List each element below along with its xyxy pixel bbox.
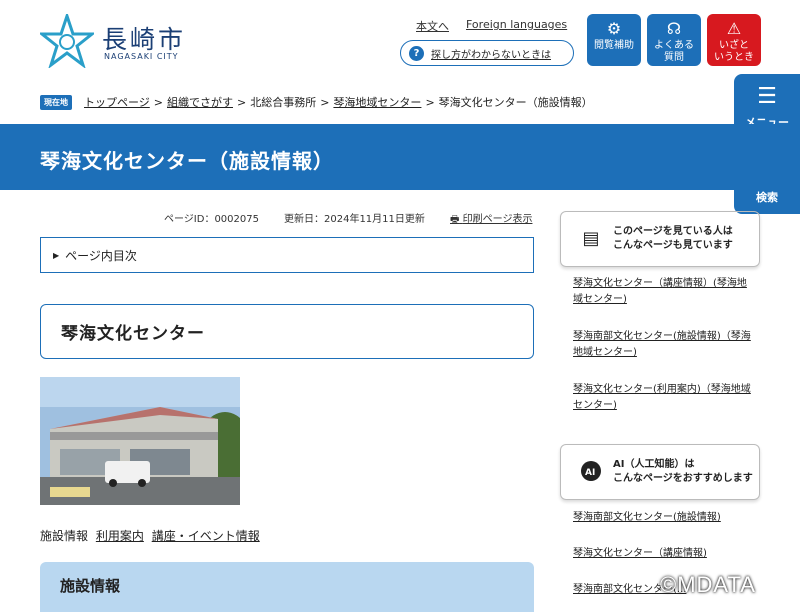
watermark: ©MDATA — [660, 572, 756, 597]
hamburger-icon: ☰ — [757, 84, 777, 109]
ai-link[interactable]: 琴海南部文化センター(施設情報) — [573, 510, 753, 526]
accessibility-label: 閲覧補助 — [594, 40, 634, 51]
print-link[interactable]: 🖶 印刷ページ表示 — [450, 210, 532, 229]
printer-icon: 🖶 — [450, 214, 460, 225]
related-pages-box: ▤ このページを見ている人は こんなページも見ています — [560, 211, 760, 267]
breadcrumb-office: 北総合事務所 — [250, 96, 317, 109]
breadcrumb-top[interactable]: トップページ — [84, 94, 150, 110]
breadcrumb-sep: > — [320, 95, 330, 109]
print-label: 印刷ページ表示 — [462, 214, 533, 225]
emergency-button[interactable]: ⚠ いざと いうとき — [707, 14, 761, 66]
table-of-contents-toggle[interactable]: ▶ ページ内目次 — [40, 237, 534, 273]
headset-icon: ☊ — [666, 19, 682, 38]
ai-line-1: AI（人工知能）は — [613, 459, 695, 470]
breadcrumb-sep: > — [425, 95, 435, 109]
ai-head-icon: AI — [579, 460, 603, 484]
breadcrumb-sep: > — [237, 95, 247, 109]
search-help-button[interactable]: ? 探し方がわからないときは — [400, 40, 574, 66]
facility-info-label: 施設情報 — [40, 529, 89, 543]
faq-label-2: 質問 — [664, 52, 684, 63]
ai-line-2: こんなページをおすすめします — [613, 473, 753, 484]
section-heading: 琴海文化センター — [40, 304, 534, 359]
current-location-badge: 現在地 — [40, 94, 72, 110]
document-eye-icon: ▤ — [582, 228, 600, 249]
breadcrumb-org[interactable]: 組織でさがす — [167, 94, 233, 110]
facility-photo — [40, 377, 240, 505]
breadcrumb: 現在地 トップページ > 組織でさがす > 北総合事務所 > 琴海地域センター … — [40, 94, 593, 110]
page-title: 琴海文化センター（施設情報） — [40, 149, 334, 173]
faq-button[interactable]: ☊ よくある 質問 — [647, 14, 701, 66]
emergency-label-2: いうとき — [714, 52, 754, 63]
alert-icon: ⚠ — [726, 19, 742, 38]
ai-recommend-box: AI AI（人工知能）は こんなページをおすすめします — [560, 444, 760, 500]
logo-name: 長崎市 — [102, 25, 187, 54]
logo-subtitle: NAGASAKI CITY — [104, 52, 179, 61]
updated-date: 更新日：2024年11月11日更新 — [284, 214, 425, 225]
skip-to-content-link[interactable]: 本文へ — [416, 18, 449, 34]
toc-label: ページ内目次 — [65, 248, 137, 263]
svg-text:AI: AI — [585, 468, 595, 478]
breadcrumb-center[interactable]: 琴海地域センター — [333, 94, 421, 110]
related-line-1: このページを見ている人は — [613, 226, 733, 237]
ai-link[interactable]: 琴海文化センター（講座情報) — [573, 546, 753, 562]
site-logo[interactable]: 長崎市 NAGASAKI CITY — [40, 14, 190, 70]
related-link[interactable]: 琴海南部文化センター(施設情報)（琴海地域センター) — [573, 329, 753, 361]
related-link[interactable]: 琴海文化センター（講座情報）(琴海地域センター) — [573, 276, 753, 308]
page-id: ページID：0002075 — [164, 214, 259, 225]
star-logo-icon — [40, 14, 94, 68]
breadcrumb-sep: > — [153, 95, 163, 109]
site-header: 長崎市 NAGASAKI CITY 本文へ Foreign languages … — [0, 0, 800, 82]
usage-guide-link[interactable]: 利用案内 — [96, 529, 144, 543]
faq-label-1: よくある — [654, 40, 694, 51]
gear-icon: ⚙ — [606, 19, 622, 38]
related-link[interactable]: 琴海文化センター(利用案内)（琴海地域センター) — [573, 382, 753, 414]
facility-info-heading: 施設情報 — [40, 562, 534, 612]
emergency-label-1: いざと — [719, 40, 749, 51]
question-icon: ? — [409, 45, 424, 61]
related-line-2: こんなページも見ています — [613, 240, 733, 251]
accessibility-button[interactable]: ⚙ 閲覧補助 — [587, 14, 641, 66]
search-help-label: 探し方がわからないときは — [431, 49, 551, 61]
breadcrumb-current: 琴海文化センター（施設情報） — [438, 96, 593, 109]
search-label: 検索 — [756, 191, 778, 204]
foreign-languages-link[interactable]: Foreign languages — [466, 18, 567, 31]
triangle-right-icon: ▶ — [53, 250, 60, 260]
facility-links: 施設情報 利用案内 講座・イベント情報 — [40, 527, 260, 544]
events-link[interactable]: 講座・イベント情報 — [152, 529, 260, 543]
